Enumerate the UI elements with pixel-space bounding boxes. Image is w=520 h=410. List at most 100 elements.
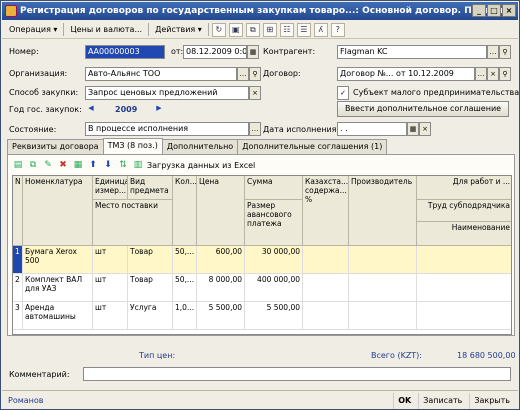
clear-icon[interactable]: × [487, 67, 499, 81]
delete-row-icon[interactable]: ✖ [57, 159, 69, 171]
date-field[interactable]: 08.12.2009 0:00:0 [183, 45, 247, 59]
row1-maker[interactable] [349, 246, 417, 274]
tree-icon[interactable]: ☷ [279, 22, 294, 37]
row1-qty[interactable]: 50,... [173, 246, 197, 274]
row3-sum[interactable]: 5 500,00 [245, 302, 303, 330]
year-prev-icon[interactable]: ◀ [85, 102, 97, 116]
row3-qty[interactable]: 1,0... [173, 302, 197, 330]
row3-price[interactable]: 5 500,00 [197, 302, 245, 330]
post-icon[interactable]: ▣ [228, 22, 243, 37]
ok-button[interactable]: OK [393, 393, 415, 409]
tab-agreements[interactable]: Дополнительные соглашения (1) [237, 139, 388, 154]
prices-button[interactable]: Цены и валюта... [67, 25, 145, 34]
move-up-icon[interactable]: ⬆ [87, 159, 99, 171]
help-icon[interactable]: ? [330, 22, 345, 37]
select-icon[interactable]: … [249, 122, 261, 136]
row1-n[interactable]: 1 [13, 246, 23, 274]
move-down-icon[interactable]: ⬇ [102, 159, 114, 171]
search-icon[interactable]: ⚲ [249, 67, 261, 81]
add-row-icon[interactable]: ▤ [12, 159, 24, 171]
operation-menu[interactable]: Операция ▾ [6, 25, 60, 34]
calendar-icon[interactable]: ▦ [407, 122, 419, 136]
row2-kz[interactable] [303, 274, 349, 302]
edit-row-icon[interactable]: ✎ [42, 159, 54, 171]
row2-maker[interactable] [349, 274, 417, 302]
copy-row-icon[interactable]: ⧉ [27, 159, 39, 171]
close-form-button[interactable]: Закрыть [469, 393, 514, 409]
row1-kz[interactable] [303, 246, 349, 274]
params-icon[interactable]: ☰ [296, 22, 311, 37]
number-field[interactable]: АА00000003 [85, 45, 165, 59]
row2-works[interactable] [417, 274, 511, 302]
col-header-kz[interactable]: Казахста... содержа... % [303, 176, 349, 246]
maximize-button[interactable]: □ [487, 4, 501, 17]
state-field[interactable]: В процессе исполнения [85, 122, 249, 136]
clear-icon[interactable]: × [419, 122, 431, 136]
row2-n[interactable]: 2 [13, 274, 23, 302]
contractor-field[interactable]: Flagman KC [337, 45, 487, 59]
tab-additional[interactable]: Дополнительно [161, 139, 239, 154]
row1-type[interactable]: Товар [128, 246, 173, 274]
row3-kz[interactable] [303, 302, 349, 330]
col-header-name[interactable]: Наименование [417, 222, 511, 246]
year-next-icon[interactable]: ▶ [153, 102, 165, 116]
row3-maker[interactable] [349, 302, 417, 330]
row1-sum[interactable]: 30 000,00 [245, 246, 303, 274]
col-header-price[interactable]: Цена [197, 176, 245, 246]
comment-field[interactable] [83, 367, 511, 381]
small-business-checkbox[interactable]: ✓ [337, 86, 349, 100]
search-icon[interactable]: ⚲ [499, 67, 511, 81]
minimize-button[interactable]: _ [472, 4, 486, 17]
col-header-type[interactable]: Вид предмета [128, 176, 173, 200]
row3-works[interactable] [417, 302, 511, 330]
add-agreement-button[interactable]: Ввести дополнительное соглашение [337, 101, 509, 117]
structure-icon[interactable]: ⊞ [262, 22, 277, 37]
row2-unit[interactable]: шт [93, 274, 128, 302]
save-button[interactable]: Записать [418, 393, 466, 409]
load-excel-label[interactable]: Загрузка данных из Excel [147, 161, 255, 170]
row3-unit[interactable]: шт [93, 302, 128, 330]
select-icon[interactable]: … [237, 67, 249, 81]
row3-type[interactable]: Услуга [128, 302, 173, 330]
col-header-qty[interactable]: Кол... [173, 176, 197, 246]
calendar-icon[interactable]: ▦ [247, 45, 259, 59]
close-button[interactable]: × [502, 4, 516, 17]
col-header-works[interactable]: Для работ и ... [417, 176, 511, 200]
search-icon[interactable]: ⚲ [499, 45, 511, 59]
row2-type[interactable]: Товар [128, 274, 173, 302]
col-header-labor[interactable]: Труд субподрядчика [417, 200, 511, 222]
col-header-place[interactable]: Место поставки [93, 200, 173, 246]
col-header-advance[interactable]: Размер авансового платежа [245, 200, 303, 246]
exec-date-field[interactable]: . . [337, 122, 407, 136]
end-edit-icon[interactable]: ▦ [72, 159, 84, 171]
row2-qty[interactable]: 50,... [173, 274, 197, 302]
refresh-icon[interactable]: ↻ [211, 22, 226, 37]
select-icon[interactable]: … [475, 67, 487, 81]
tab-tmz[interactable]: ТМЗ (8 поз.) [102, 138, 163, 154]
excel-icon[interactable]: ▥ [132, 159, 144, 171]
col-header-n[interactable]: N [13, 176, 23, 246]
dt-kt-icon[interactable]: ʎ [313, 22, 328, 37]
tab-requisites[interactable]: Реквизиты договора [7, 139, 104, 154]
col-header-maker[interactable]: Производитель [349, 176, 417, 246]
org-field[interactable]: Авто-Альянс ТОО [85, 67, 237, 81]
row3-nom[interactable]: Аренда автомашины [23, 302, 93, 330]
row2-nom[interactable]: Комплект ВАЛ для УАЗ [23, 274, 93, 302]
col-header-unit[interactable]: Единица измер... [93, 176, 128, 200]
row1-unit[interactable]: шт [93, 246, 128, 274]
col-header-nom[interactable]: Номенклатура [23, 176, 93, 246]
actions-menu[interactable]: Действия ▾ [152, 25, 205, 34]
row1-nom[interactable]: Бумага Xerox 500 [23, 246, 93, 274]
sort-icon[interactable]: ⇅ [117, 159, 129, 171]
row2-price[interactable]: 8 000,00 [197, 274, 245, 302]
clear-icon[interactable]: × [249, 86, 261, 100]
copy-icon[interactable]: ⧉ [245, 22, 260, 37]
row1-price[interactable]: 600,00 [197, 246, 245, 274]
method-field[interactable]: Запрос ценовых предложений [85, 86, 249, 100]
contract-field[interactable]: Договор №... от 10.12.2009 [337, 67, 475, 81]
row2-sum[interactable]: 400 000,00 [245, 274, 303, 302]
row1-works[interactable] [417, 246, 511, 274]
col-header-sum[interactable]: Сумма [245, 176, 303, 200]
row3-n[interactable]: 3 [13, 302, 23, 330]
select-icon[interactable]: … [487, 45, 499, 59]
